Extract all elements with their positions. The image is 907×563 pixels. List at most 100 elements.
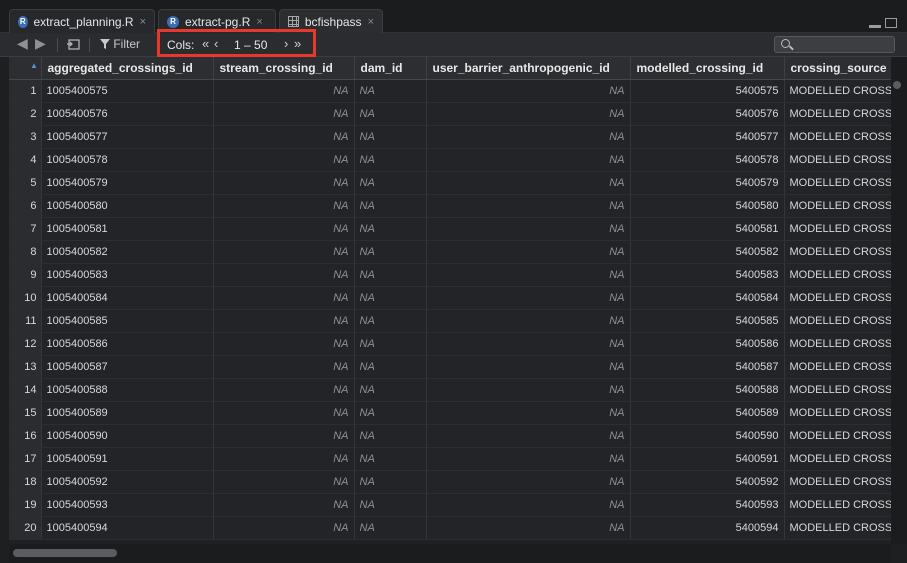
row-number[interactable]: 2 [9, 102, 42, 126]
table-row[interactable]: 17 1005400591 NA NA NA 5400591 MODELLED CROSSI [9, 447, 891, 471]
next-columns-button[interactable]: › [284, 36, 288, 51]
cell-aggregated-crossings-id[interactable]: 1005400592 [41, 470, 214, 494]
cell-stream-crossing-id[interactable]: NA [213, 240, 355, 264]
cell-aggregated-crossings-id[interactable]: 1005400588 [41, 378, 214, 402]
search-input[interactable] [774, 36, 895, 53]
cell-dam-id[interactable]: NA [354, 79, 427, 103]
pop-out-window-icon[interactable] [66, 38, 81, 50]
cell-modelled-crossing-id[interactable]: 5400578 [630, 148, 785, 172]
cell-aggregated-crossings-id[interactable]: 1005400580 [41, 194, 214, 218]
close-icon[interactable]: × [256, 16, 262, 28]
cell-modelled-crossing-id[interactable]: 5400580 [630, 194, 785, 218]
cell-dam-id[interactable]: NA [354, 240, 427, 264]
row-number[interactable]: 4 [9, 148, 42, 172]
column-header[interactable]: aggregated_crossings_id [41, 57, 214, 80]
row-number-header[interactable]: ▲ [9, 57, 42, 80]
cell-crossing-source[interactable]: MODELLED CROSSI [784, 470, 891, 494]
column-header[interactable]: stream_crossing_id [213, 57, 355, 80]
cell-user-barrier-id[interactable]: NA [426, 516, 631, 540]
cell-user-barrier-id[interactable]: NA [426, 194, 631, 218]
table-row[interactable]: 18 1005400592 NA NA NA 5400592 MODELLED CROSSI [9, 470, 891, 494]
cell-crossing-source[interactable]: MODELLED CROSSI [784, 516, 891, 540]
table-row[interactable]: 4 1005400578 NA NA NA 5400578 MODELLED CROSSI [9, 148, 891, 172]
cell-user-barrier-id[interactable]: NA [426, 148, 631, 172]
cell-aggregated-crossings-id[interactable]: 1005400579 [41, 171, 214, 195]
cell-user-barrier-id[interactable]: NA [426, 171, 631, 195]
table-row[interactable]: 1 1005400575 NA NA NA 5400575 MODELLED CROSSI [9, 79, 891, 103]
cell-modelled-crossing-id[interactable]: 5400591 [630, 447, 785, 471]
cell-aggregated-crossings-id[interactable]: 1005400587 [41, 355, 214, 379]
cell-user-barrier-id[interactable]: NA [426, 424, 631, 448]
cell-dam-id[interactable]: NA [354, 309, 427, 333]
row-number[interactable]: 8 [9, 240, 42, 264]
cell-aggregated-crossings-id[interactable]: 1005400584 [41, 286, 214, 310]
row-number[interactable]: 3 [9, 125, 42, 149]
cell-stream-crossing-id[interactable]: NA [213, 401, 355, 425]
column-header[interactable]: modelled_crossing_id [630, 57, 785, 80]
row-number[interactable]: 15 [9, 401, 42, 425]
last-columns-button[interactable]: » [294, 36, 301, 51]
cell-crossing-source[interactable]: MODELLED CROSSI [784, 447, 891, 471]
cell-stream-crossing-id[interactable]: NA [213, 470, 355, 494]
cell-dam-id[interactable]: NA [354, 447, 427, 471]
cell-stream-crossing-id[interactable]: NA [213, 493, 355, 517]
table-row[interactable]: 16 1005400590 NA NA NA 5400590 MODELLED CROSSI [9, 424, 891, 448]
cell-modelled-crossing-id[interactable]: 5400581 [630, 217, 785, 241]
table-row[interactable]: 5 1005400579 NA NA NA 5400579 MODELLED CROSSI [9, 171, 891, 195]
row-number[interactable]: 10 [9, 286, 42, 310]
cell-user-barrier-id[interactable]: NA [426, 470, 631, 494]
table-row[interactable]: 12 1005400586 NA NA NA 5400586 MODELLED CROSSI [9, 332, 891, 356]
cell-stream-crossing-id[interactable]: NA [213, 194, 355, 218]
cell-crossing-source[interactable]: MODELLED CROSSI [784, 79, 891, 103]
cell-stream-crossing-id[interactable]: NA [213, 355, 355, 379]
cell-modelled-crossing-id[interactable]: 5400576 [630, 102, 785, 126]
row-number[interactable]: 19 [9, 493, 42, 517]
cell-stream-crossing-id[interactable]: NA [213, 516, 355, 540]
cell-crossing-source[interactable]: MODELLED CROSSI [784, 125, 891, 149]
cell-crossing-source[interactable]: MODELLED CROSSI [784, 171, 891, 195]
cell-crossing-source[interactable]: MODELLED CROSSI [784, 240, 891, 264]
table-row[interactable]: 15 1005400589 NA NA NA 5400589 MODELLED CROSSI [9, 401, 891, 425]
cell-modelled-crossing-id[interactable]: 5400588 [630, 378, 785, 402]
cell-modelled-crossing-id[interactable]: 5400582 [630, 240, 785, 264]
row-number[interactable]: 6 [9, 194, 42, 218]
cell-modelled-crossing-id[interactable]: 5400577 [630, 125, 785, 149]
cell-modelled-crossing-id[interactable]: 5400587 [630, 355, 785, 379]
row-number[interactable]: 5 [9, 171, 42, 195]
cell-modelled-crossing-id[interactable]: 5400586 [630, 332, 785, 356]
cell-dam-id[interactable]: NA [354, 378, 427, 402]
horizontal-scroll-thumb[interactable] [13, 549, 117, 557]
row-number[interactable]: 20 [9, 516, 42, 540]
cell-crossing-source[interactable]: MODELLED CROSSI [784, 424, 891, 448]
cell-aggregated-crossings-id[interactable]: 1005400581 [41, 217, 214, 241]
cell-user-barrier-id[interactable]: NA [426, 286, 631, 310]
vertical-scroll-thumb[interactable] [893, 81, 901, 89]
cell-dam-id[interactable]: NA [354, 102, 427, 126]
cell-user-barrier-id[interactable]: NA [426, 447, 631, 471]
cell-stream-crossing-id[interactable]: NA [213, 378, 355, 402]
cell-aggregated-crossings-id[interactable]: 1005400583 [41, 263, 214, 287]
cell-modelled-crossing-id[interactable]: 5400593 [630, 493, 785, 517]
cell-aggregated-crossings-id[interactable]: 1005400590 [41, 424, 214, 448]
cell-user-barrier-id[interactable]: NA [426, 217, 631, 241]
cell-crossing-source[interactable]: MODELLED CROSSI [784, 493, 891, 517]
table-row[interactable]: 2 1005400576 NA NA NA 5400576 MODELLED CROSSI [9, 102, 891, 126]
row-number[interactable]: 9 [9, 263, 42, 287]
cell-stream-crossing-id[interactable]: NA [213, 148, 355, 172]
cell-user-barrier-id[interactable]: NA [426, 79, 631, 103]
cell-stream-crossing-id[interactable]: NA [213, 217, 355, 241]
cell-crossing-source[interactable]: MODELLED CROSSI [784, 102, 891, 126]
cell-user-barrier-id[interactable]: NA [426, 493, 631, 517]
cell-modelled-crossing-id[interactable]: 5400579 [630, 171, 785, 195]
cell-crossing-source[interactable]: MODELLED CROSSI [784, 401, 891, 425]
cell-dam-id[interactable]: NA [354, 217, 427, 241]
table-row[interactable]: 9 1005400583 NA NA NA 5400583 MODELLED CROSSI [9, 263, 891, 287]
cell-stream-crossing-id[interactable]: NA [213, 332, 355, 356]
cell-user-barrier-id[interactable]: NA [426, 332, 631, 356]
cell-modelled-crossing-id[interactable]: 5400589 [630, 401, 785, 425]
cell-aggregated-crossings-id[interactable]: 1005400589 [41, 401, 214, 425]
cell-dam-id[interactable]: NA [354, 194, 427, 218]
row-number[interactable]: 12 [9, 332, 42, 356]
cell-aggregated-crossings-id[interactable]: 1005400576 [41, 102, 214, 126]
cell-aggregated-crossings-id[interactable]: 1005400582 [41, 240, 214, 264]
